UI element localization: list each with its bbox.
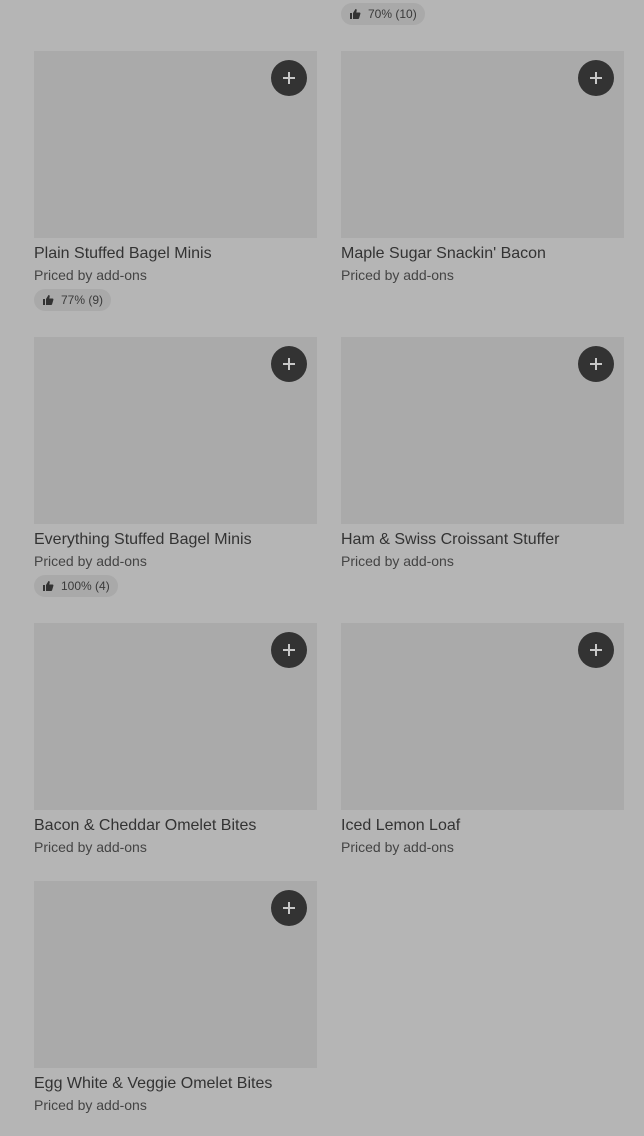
plus-icon bbox=[590, 72, 602, 84]
add-item-button[interactable] bbox=[578, 632, 614, 668]
item-price: Priced by add-ons bbox=[34, 553, 147, 569]
item-price: Priced by add-ons bbox=[34, 839, 147, 855]
item-image[interactable] bbox=[341, 337, 624, 524]
item-image[interactable] bbox=[34, 337, 317, 524]
thumbs-up-icon bbox=[42, 294, 54, 306]
menu-grid: 70% (10) Plain Stuffed Bagel Minis Price… bbox=[0, 0, 644, 1136]
plus-icon bbox=[283, 72, 295, 84]
item-price: Priced by add-ons bbox=[34, 1097, 147, 1113]
plus-icon bbox=[590, 358, 602, 370]
rating-badge: 100% (4) bbox=[34, 575, 118, 597]
item-image[interactable] bbox=[34, 51, 317, 238]
item-image[interactable] bbox=[341, 623, 624, 810]
item-title[interactable]: Maple Sugar Snackin' Bacon bbox=[341, 244, 624, 263]
item-price: Priced by add-ons bbox=[341, 267, 454, 283]
rating-text: 70% (10) bbox=[368, 7, 417, 21]
item-title[interactable]: Bacon & Cheddar Omelet Bites bbox=[34, 816, 317, 835]
menu-item-card[interactable]: Egg White & Veggie Omelet Bites Priced b… bbox=[34, 881, 317, 1114]
rating-badge: 70% (10) bbox=[341, 3, 425, 25]
plus-icon bbox=[590, 644, 602, 656]
item-title[interactable]: Ham & Swiss Croissant Stuffer bbox=[341, 530, 624, 549]
add-item-button[interactable] bbox=[271, 60, 307, 96]
menu-item-card[interactable]: Plain Stuffed Bagel Minis Priced by add-… bbox=[34, 51, 317, 311]
item-title[interactable]: Iced Lemon Loaf bbox=[341, 816, 624, 835]
add-item-button[interactable] bbox=[271, 346, 307, 382]
thumbs-up-icon bbox=[349, 8, 361, 20]
add-item-button[interactable] bbox=[578, 346, 614, 382]
item-price: Priced by add-ons bbox=[34, 267, 147, 283]
rating-text: 77% (9) bbox=[61, 293, 104, 307]
item-title[interactable]: Everything Stuffed Bagel Minis bbox=[34, 530, 317, 549]
add-item-button[interactable] bbox=[578, 60, 614, 96]
rating-badge: 77% (9) bbox=[34, 289, 112, 311]
menu-item-card[interactable]: Ham & Swiss Croissant Stuffer Priced by … bbox=[341, 337, 624, 570]
item-price: Priced by add-ons bbox=[341, 553, 454, 569]
item-title[interactable]: Egg White & Veggie Omelet Bites bbox=[34, 1074, 317, 1093]
item-image[interactable] bbox=[341, 51, 624, 238]
item-image[interactable] bbox=[34, 623, 317, 810]
menu-item-card[interactable]: Iced Lemon Loaf Priced by add-ons bbox=[341, 623, 624, 856]
add-item-button[interactable] bbox=[271, 890, 307, 926]
item-price: Priced by add-ons bbox=[341, 839, 454, 855]
add-item-button[interactable] bbox=[271, 632, 307, 668]
menu-item-card[interactable]: Maple Sugar Snackin' Bacon Priced by add… bbox=[341, 51, 624, 284]
rating-text: 100% (4) bbox=[61, 579, 110, 593]
thumbs-up-icon bbox=[42, 580, 54, 592]
plus-icon bbox=[283, 902, 295, 914]
menu-item-card[interactable]: Bacon & Cheddar Omelet Bites Priced by a… bbox=[34, 623, 317, 856]
plus-icon bbox=[283, 358, 295, 370]
item-image[interactable] bbox=[34, 881, 317, 1068]
plus-icon bbox=[283, 644, 295, 656]
item-title[interactable]: Plain Stuffed Bagel Minis bbox=[34, 244, 317, 263]
menu-item-card[interactable]: Everything Stuffed Bagel Minis Priced by… bbox=[34, 337, 317, 597]
